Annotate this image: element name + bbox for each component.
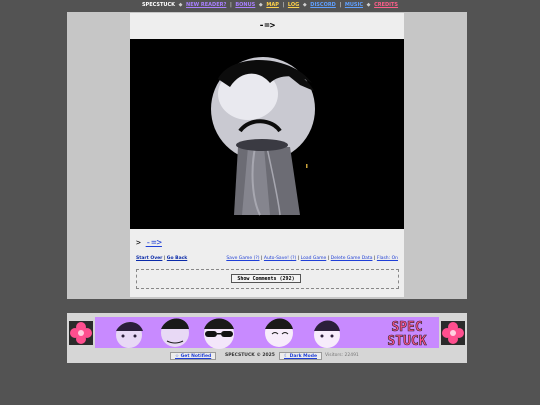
- top-nav: SPECSTUCK ◆ NEW READER? | BONUS ◆ MAP | …: [0, 0, 540, 11]
- nav-map-link[interactable]: MAP: [266, 2, 279, 8]
- comic-panel: -=> > -=> Start Over | Go Back Save Game…: [130, 13, 404, 297]
- nav-discord-link[interactable]: DISCORD: [310, 2, 336, 8]
- nav-separator: ◆: [302, 2, 307, 8]
- nav-brand-link[interactable]: SPECSTUCK: [142, 2, 175, 8]
- character-illustration: [130, 39, 404, 229]
- visitor-counter: Visitors: 22491: [325, 353, 359, 358]
- nav-separator: ◆: [258, 2, 263, 8]
- flash-toggle-link[interactable]: Flash: On: [377, 256, 398, 261]
- nav-log-link[interactable]: LOG: [288, 2, 299, 8]
- footer-links-row: ☆ Get Notified SPECSTUCK © 2025 ☾ Dark M…: [67, 351, 467, 361]
- start-over-link[interactable]: Start Over: [136, 256, 162, 261]
- load-game-link[interactable]: Load Game: [301, 256, 327, 261]
- nav-music-link[interactable]: MUSIC: [345, 2, 363, 8]
- nav-separator: |: [282, 2, 285, 8]
- banner-image: SPEC STUCK: [67, 315, 467, 350]
- game-controls: Save Game (?) | Auto-Save! (?) | Load Ga…: [226, 256, 398, 261]
- get-notified-button[interactable]: ☆ Get Notified: [170, 352, 217, 360]
- nav-credits-link[interactable]: CREDITS: [374, 2, 398, 8]
- delete-game-data-link[interactable]: Delete Game Data: [331, 256, 373, 261]
- show-comments-button[interactable]: Show Comments (292): [231, 274, 301, 283]
- svg-text:STUCK: STUCK: [387, 334, 426, 349]
- go-back-link[interactable]: Go Back: [167, 256, 187, 261]
- nav-bonus-link[interactable]: BONUS: [235, 2, 255, 8]
- save-game-link[interactable]: Save Game (?): [226, 256, 259, 261]
- nav-separator: ◆: [366, 2, 371, 8]
- copyright-text: SPECSTUCK © 2025: [225, 353, 275, 358]
- auto-save-link[interactable]: Auto-Save! (?): [264, 256, 296, 261]
- nav-separator: |: [339, 2, 342, 8]
- page-title: -=>: [258, 21, 276, 31]
- story-nav-left: Start Over | Go Back: [136, 256, 187, 261]
- specstuck-banner[interactable]: SPEC STUCK: [67, 315, 467, 350]
- comic-image: [130, 39, 404, 229]
- prompt-marker: >: [136, 238, 141, 247]
- svg-text:SPEC: SPEC: [391, 320, 422, 335]
- next-page-link[interactable]: -=>: [146, 238, 162, 248]
- nav-separator: |: [229, 2, 232, 8]
- nav-separator: ◆: [178, 2, 183, 8]
- page-link-row: > -=>: [136, 238, 162, 248]
- footer: SPEC STUCK ☆ Get Notified SPECSTUCK © 20…: [67, 313, 467, 363]
- dark-mode-button[interactable]: ☾ Dark Mode: [279, 352, 322, 360]
- nav-new-reader-link[interactable]: NEW READER?: [186, 2, 226, 8]
- comments-section: Show Comments (292): [136, 269, 399, 289]
